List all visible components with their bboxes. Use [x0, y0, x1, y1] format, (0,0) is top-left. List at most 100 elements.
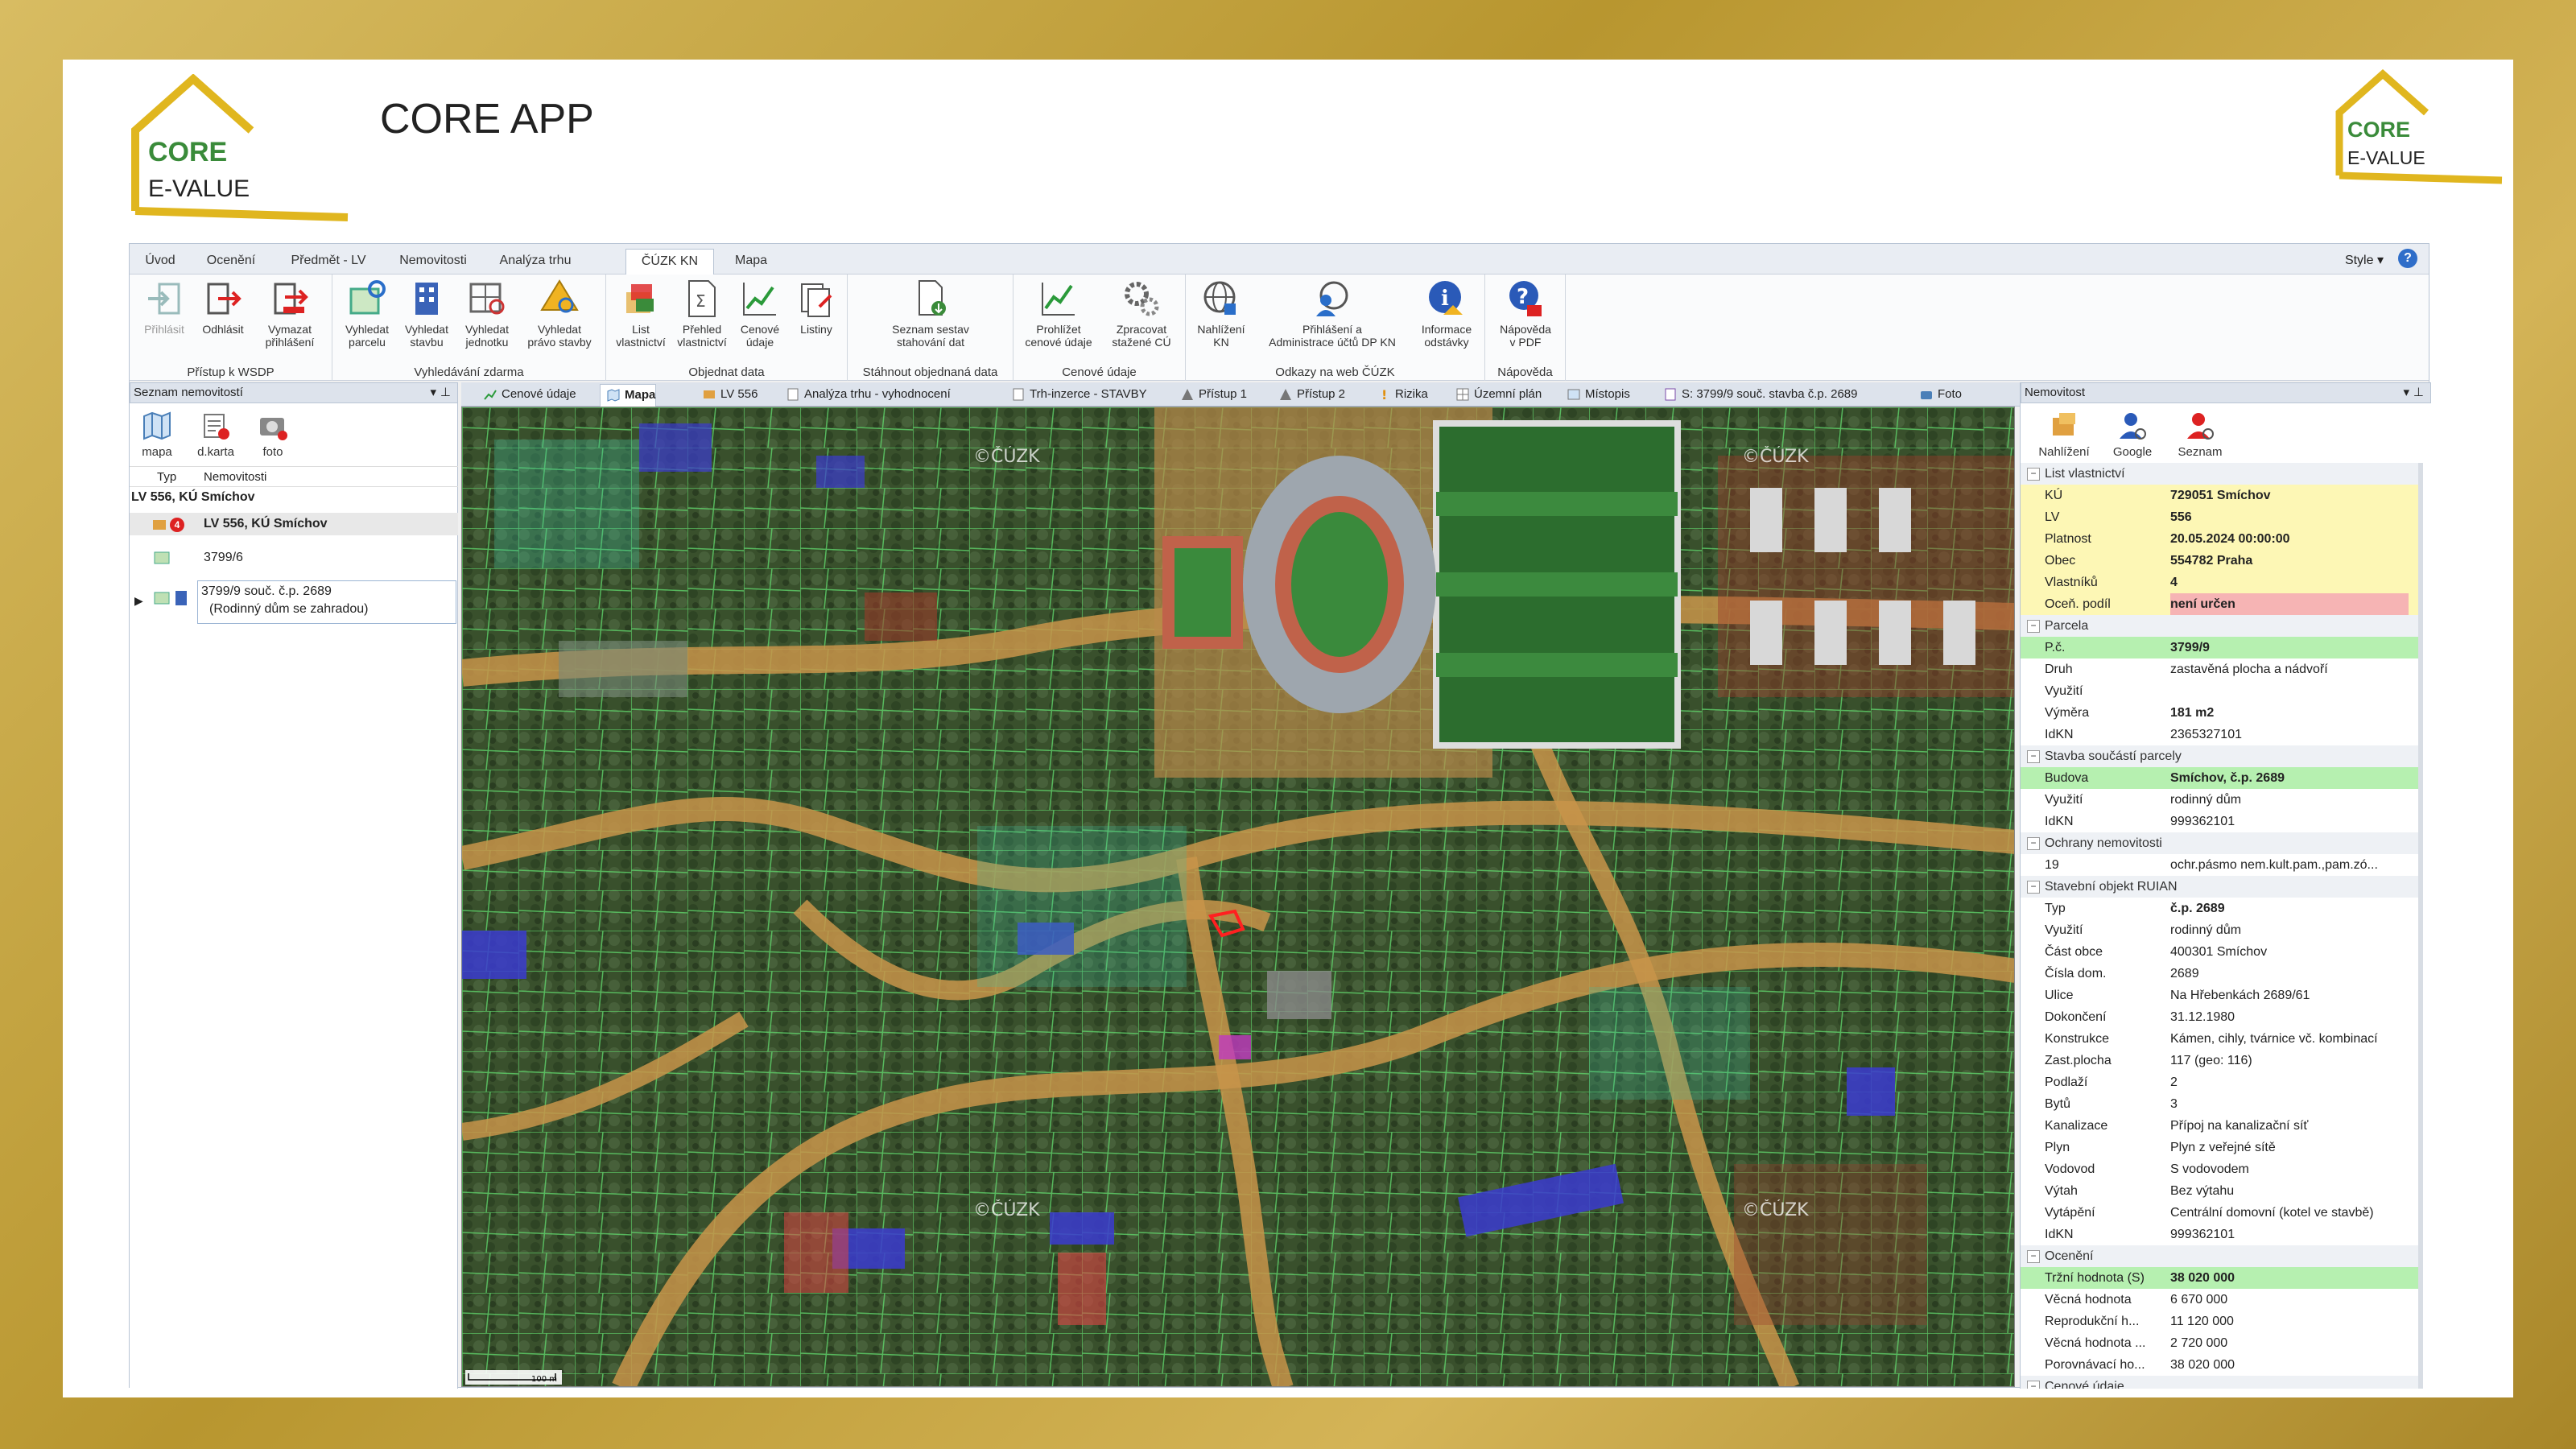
- property-section-header[interactable]: Stavební objekt RUIAN: [2021, 876, 2418, 898]
- property-row[interactable]: Výtah Bez výtahu: [2021, 1180, 2418, 1202]
- property-row[interactable]: Obec 554782 Praha: [2021, 550, 2418, 572]
- nahlizeni-button[interactable]: Nahlížení: [2030, 410, 2098, 459]
- tab-mapa[interactable]: Mapa: [720, 249, 782, 275]
- dkarta-button[interactable]: d.karta: [191, 410, 241, 459]
- pin-icon[interactable]: ⊥: [2413, 383, 2424, 402]
- property-row[interactable]: Budova Smíchov, č.p. 2689: [2021, 767, 2418, 789]
- property-row[interactable]: Bytů 3: [2021, 1093, 2418, 1115]
- property-row[interactable]: Využití rodinný dům: [2021, 919, 2418, 941]
- property-row[interactable]: Kanalizace Přípoj na kanalizační síť: [2021, 1115, 2418, 1137]
- documents-button[interactable]: Listiny: [788, 278, 844, 336]
- tab-analyza-trhu[interactable]: Analýza trhu: [487, 249, 584, 275]
- map-canvas[interactable]: ©ČÚZK ©ČÚZK ©ČÚZK ©ČÚZK 100 m: [462, 407, 2015, 1387]
- google-button[interactable]: Google: [2104, 410, 2161, 459]
- dropdown-icon[interactable]: ▾: [2403, 383, 2409, 402]
- logout-button[interactable]: Odhlásit: [192, 278, 254, 336]
- doctab-pristup1[interactable]: Přístup 1: [1174, 384, 1247, 407]
- property-row[interactable]: Využití rodinný dům: [2021, 789, 2418, 811]
- tab-predmet-lv[interactable]: Předmět - LV: [278, 249, 379, 275]
- property-row[interactable]: Ulice Na Hřebenkách 2689/61: [2021, 985, 2418, 1006]
- property-row[interactable]: Tržní hodnota (S) 38 020 000: [2021, 1267, 2418, 1289]
- property-row[interactable]: IdKN 999362101: [2021, 1224, 2418, 1245]
- property-section-header[interactable]: Ochrany nemovitosti: [2021, 832, 2418, 854]
- price-data-button[interactable]: Cenové údaje: [732, 278, 788, 349]
- list-item[interactable]: 3799/6: [130, 547, 458, 569]
- property-row[interactable]: Věcná hodnota ... 2 720 000: [2021, 1332, 2418, 1354]
- process-price-button[interactable]: Zpracovat stažené CÚ: [1100, 278, 1183, 349]
- doctab-lv[interactable]: LV 556: [696, 384, 758, 407]
- search-unit-button[interactable]: Vyhledat jednotku: [456, 278, 518, 349]
- tab-cuzk-kn[interactable]: ČÚZK KN: [625, 249, 714, 275]
- property-row[interactable]: P.č. 3799/9: [2021, 637, 2418, 658]
- photo-button[interactable]: foto: [250, 410, 295, 459]
- style-dropdown[interactable]: Style ▾: [2345, 252, 2384, 268]
- property-row[interactable]: Vlastníků 4: [2021, 572, 2418, 593]
- list-item-selected[interactable]: ▶ 3799/9 souč. č.p. 2689 (Rodinný dům se…: [130, 580, 458, 624]
- property-row[interactable]: Plyn Plyn z veřejné sítě: [2021, 1137, 2418, 1158]
- doctab-trh-inzerce[interactable]: Trh-inzerce - STAVBY: [1005, 384, 1147, 407]
- clear-login-button[interactable]: Vymazat přihlášení: [250, 278, 329, 349]
- map-button[interactable]: mapa: [133, 410, 181, 459]
- property-section-header[interactable]: Ocenění: [2021, 1245, 2418, 1267]
- search-building-button[interactable]: Vyhledat stavbu: [397, 278, 456, 349]
- download-list-button[interactable]: Seznam sestav stahování dat: [857, 278, 1004, 349]
- ownership-overview-button[interactable]: Σ Přehled vlastnictví: [671, 278, 733, 349]
- property-row[interactable]: Platnost 20.05.2024 00:00:00: [2021, 528, 2418, 550]
- property-row[interactable]: Podlaží 2: [2021, 1071, 2418, 1093]
- list-item[interactable]: 4 LV 556, KÚ Smíchov: [130, 513, 458, 535]
- property-row[interactable]: Druh zastavěná plocha a nádvoří: [2021, 658, 2418, 680]
- ownership-list-button[interactable]: List vlastnictví: [609, 278, 672, 349]
- property-row[interactable]: LV 556: [2021, 506, 2418, 528]
- property-row[interactable]: Výměra 181 m2: [2021, 702, 2418, 724]
- property-row[interactable]: Využití: [2021, 680, 2418, 702]
- browse-kn-button[interactable]: Nahlížení KN: [1189, 278, 1253, 349]
- search-building-right-button[interactable]: Vyhledat právo stavby: [518, 278, 601, 349]
- property-row[interactable]: Reprodukční h... 11 120 000: [2021, 1311, 2418, 1332]
- help-pdf-button[interactable]: ? Nápověda v PDF: [1490, 278, 1561, 349]
- doctab-mapa[interactable]: Mapa: [600, 384, 657, 407]
- doctab-cenove-udaje[interactable]: Cenové údaje: [477, 384, 576, 407]
- search-parcel-button[interactable]: Vyhledat parcelu: [337, 278, 397, 349]
- doctab-foto[interactable]: Foto: [1913, 384, 1962, 407]
- doctab-label: Místopis: [1585, 387, 1630, 401]
- property-row[interactable]: Typ č.p. 2689: [2021, 898, 2418, 919]
- property-row[interactable]: Dokončení 31.12.1980: [2021, 1006, 2418, 1028]
- doctab-rizika[interactable]: ! Rizika: [1371, 384, 1428, 407]
- property-section-header[interactable]: Cenové údaje: [2021, 1376, 2418, 1389]
- tab-nemovitosti[interactable]: Nemovitosti: [389, 249, 477, 275]
- property-row[interactable]: Zast.plocha 117 (geo: 116): [2021, 1050, 2418, 1071]
- help-icon[interactable]: ?: [2398, 249, 2417, 268]
- dropdown-icon[interactable]: ▾: [430, 383, 436, 402]
- doctab-analyza[interactable]: Analýza trhu - vyhodnocení: [780, 384, 951, 407]
- property-row[interactable]: Vytápění Centrální domovní (kotel ve stav…: [2021, 1202, 2418, 1224]
- doctab-mistopis[interactable]: Místopis: [1561, 384, 1630, 407]
- property-row[interactable]: Čísla dom. 2689: [2021, 963, 2418, 985]
- property-row[interactable]: Porovnávací ho... 38 020 000: [2021, 1354, 2418, 1376]
- property-section-header[interactable]: Parcela: [2021, 615, 2418, 637]
- property-section-header[interactable]: List vlastnictví: [2021, 463, 2418, 485]
- property-row[interactable]: Vodovod S vodovodem: [2021, 1158, 2418, 1180]
- seznam-label: Seznam: [2178, 445, 2223, 459]
- doctab-pristup2[interactable]: Přístup 2: [1273, 384, 1345, 407]
- property-row[interactable]: IdKN 999362101: [2021, 811, 2418, 832]
- property-row[interactable]: Věcná hodnota 6 670 000: [2021, 1289, 2418, 1311]
- browse-price-button[interactable]: Prohlížet cenové údaje: [1017, 278, 1100, 349]
- tab-oceneni[interactable]: Ocenění: [194, 249, 268, 275]
- pin-icon[interactable]: ⊥: [440, 383, 451, 402]
- login-button[interactable]: Přihlásit: [136, 278, 192, 336]
- property-row[interactable]: IdKN 2365327101: [2021, 724, 2418, 745]
- doctab-uzemni-plan[interactable]: Územní plán: [1450, 384, 1542, 407]
- property-row[interactable]: Část obce 400301 Smíchov: [2021, 941, 2418, 963]
- tab-uvod[interactable]: Úvod: [136, 249, 184, 275]
- property-row[interactable]: Konstrukce Kámen, cihly, tvárnice vč. kom…: [2021, 1028, 2418, 1050]
- property-section-header[interactable]: Stavba součástí parcely: [2021, 745, 2418, 767]
- property-row[interactable]: KÚ 729051 Smíchov: [2021, 485, 2418, 506]
- doctab-stavba[interactable]: S: 3799/9 souč. stavba č.p. 2689: [1657, 384, 1857, 407]
- property-row[interactable]: 19 ochr.pásmo nem.kult.pam.,pam.zó...: [2021, 854, 2418, 876]
- property-row[interactable]: Oceň. podíl není určen: [2021, 593, 2418, 615]
- cadastral-map[interactable]: ©ČÚZK ©ČÚZK ©ČÚZK ©ČÚZK 100 m: [461, 407, 2015, 1387]
- admin-accounts-button[interactable]: Přihlášení a Administrace účtů DP KN: [1253, 278, 1411, 349]
- outage-info-button[interactable]: i Informace odstávky: [1411, 278, 1482, 349]
- expand-icon[interactable]: ▶: [134, 592, 143, 609]
- seznam-button[interactable]: Seznam: [2170, 410, 2230, 459]
